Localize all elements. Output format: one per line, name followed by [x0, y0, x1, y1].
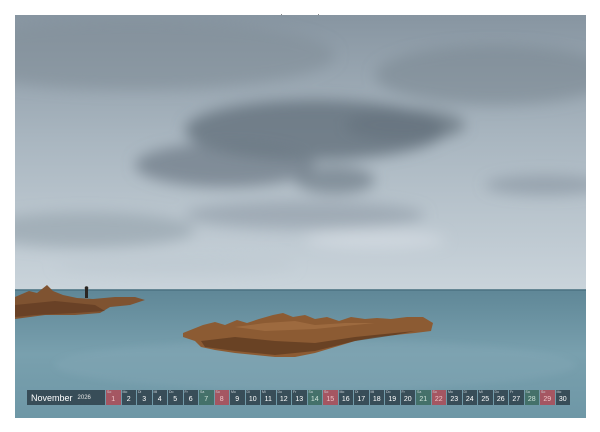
weekday-label: Di	[355, 390, 359, 394]
day-number: 24	[465, 396, 474, 403]
weekday-label: So	[215, 390, 220, 394]
day-cells: So 1 Mo 2 Di 3 Mi 4 Do 5 Fr 6 Sa 7 So 8 Mo 9 Di 10 Mi 11 Do 12 F…	[106, 390, 571, 405]
day-cell: Do 5	[168, 390, 183, 405]
weekday-label: So	[541, 390, 546, 394]
day-cell: Do 12	[276, 390, 291, 405]
day-cell: Mi 25	[478, 390, 493, 405]
day-cell: Sa 28	[524, 390, 539, 405]
day-cell: So 15	[323, 390, 338, 405]
day-number: 5	[173, 396, 178, 403]
day-number: 14	[310, 396, 319, 403]
weekday-label: Sa	[417, 390, 422, 394]
weekday-label: Sa	[525, 390, 530, 394]
day-number: 18	[372, 396, 381, 403]
day-cell: Mi 11	[261, 390, 276, 405]
day-cell: Do 26	[493, 390, 508, 405]
day-number: 2	[126, 396, 131, 403]
day-number: 13	[295, 396, 304, 403]
day-number: 15	[326, 396, 335, 403]
day-number: 26	[496, 396, 505, 403]
day-cell: Mo 9	[230, 390, 245, 405]
day-cell: Sa 7	[199, 390, 214, 405]
weekday-label: Di	[246, 390, 250, 394]
weekday-label: Do	[277, 390, 282, 394]
day-cell: Fr 27	[509, 390, 524, 405]
weekday-label: Mo	[231, 390, 236, 394]
day-cell: Fr 6	[183, 390, 198, 405]
year-label: 2026	[77, 394, 91, 401]
day-cell: So 8	[214, 390, 229, 405]
day-cell: Mo 2	[121, 390, 136, 405]
weekday-label: Mo	[556, 390, 562, 394]
weekday-label: Mo	[339, 390, 345, 394]
day-number: 8	[219, 396, 224, 403]
weekday-label: Fr	[184, 390, 188, 394]
day-number: 17	[357, 396, 366, 403]
day-cell: So 22	[431, 390, 446, 405]
weekday-label: Mi	[479, 390, 483, 394]
weekday-label: Di	[138, 390, 142, 394]
weekday-label: Mo	[448, 390, 453, 394]
day-number: 21	[419, 396, 428, 403]
day-number: 6	[188, 396, 193, 403]
day-cell: Fr 20	[400, 390, 415, 405]
day-cell: Di 10	[245, 390, 260, 405]
day-cell: Mi 18	[369, 390, 384, 405]
weekday-label: Do	[169, 390, 174, 394]
day-number: 20	[403, 396, 412, 403]
day-cell: Do 19	[385, 390, 400, 405]
day-number: 28	[527, 396, 536, 403]
day-number: 12	[279, 396, 288, 403]
weekday-label: Di	[463, 390, 467, 394]
day-number: 11	[264, 396, 272, 403]
day-number: 25	[481, 396, 490, 403]
day-number: 19	[388, 396, 397, 403]
day-cell: Fr 13	[292, 390, 307, 405]
day-number: 9	[235, 396, 240, 403]
day-number: 16	[341, 396, 350, 403]
weekday-label: Do	[494, 390, 499, 394]
day-cell: So 1	[106, 390, 121, 405]
day-cell: Mo 16	[338, 390, 353, 405]
day-cell: Sa 21	[416, 390, 431, 405]
day-number: 4	[157, 396, 162, 403]
day-cell: Mi 4	[152, 390, 167, 405]
day-number: 3	[142, 396, 147, 403]
day-cell: Mo 23	[447, 390, 462, 405]
day-cell: Sa 14	[307, 390, 322, 405]
weekday-label: So	[324, 390, 329, 394]
seascape-image	[15, 15, 586, 418]
weekday-label: So	[107, 390, 112, 394]
day-number: 27	[512, 396, 521, 403]
weekday-label: Mi	[370, 390, 375, 394]
weekday-label: Mi	[153, 390, 158, 394]
day-cell: Mo 30	[555, 390, 570, 405]
day-cell: Di 3	[137, 390, 152, 405]
weekday-label: Fr	[510, 390, 514, 394]
day-number: 1	[111, 396, 116, 403]
day-number: 10	[248, 396, 257, 403]
weekday-label: Fr	[293, 390, 297, 394]
month-label: November 2026	[27, 390, 105, 405]
calendar-page: November 2026 So 1 Mo 2 Di 3 Mi 4 Do 5 Fr 6 Sa 7 So 8 Mo…	[0, 0, 600, 432]
day-cell: Di 17	[354, 390, 369, 405]
weekday-label: Sa	[308, 390, 313, 394]
weekday-label: Mi	[262, 390, 266, 394]
day-number: 29	[543, 396, 552, 403]
day-cell: Di 24	[462, 390, 477, 405]
day-number: 7	[204, 396, 209, 403]
day-cell: So 29	[540, 390, 555, 405]
weekday-label: Fr	[401, 390, 405, 394]
weekday-label: So	[432, 390, 437, 394]
calendar-strip: November 2026 So 1 Mo 2 Di 3 Mi 4 Do 5 Fr 6 Sa 7 So 8 Mo…	[27, 390, 573, 405]
day-number: 22	[434, 396, 443, 403]
weekday-label: Mo	[122, 390, 128, 394]
month-name: November	[31, 392, 73, 403]
day-number: 23	[450, 396, 459, 403]
landscape-photo	[15, 15, 586, 418]
day-number: 30	[558, 396, 567, 403]
weekday-label: Sa	[200, 390, 205, 394]
weekday-label: Do	[386, 390, 391, 394]
